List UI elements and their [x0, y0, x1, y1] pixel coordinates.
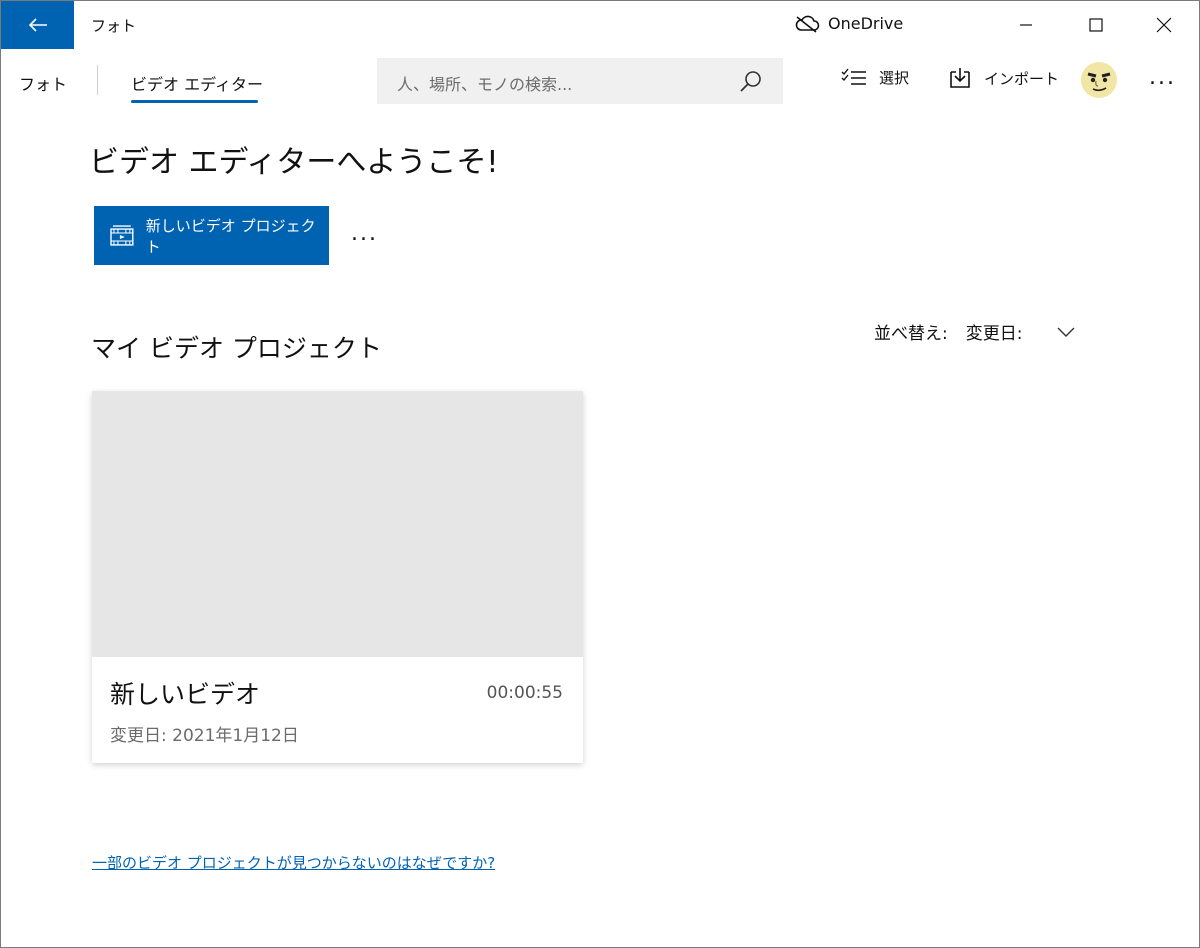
sort-label: 並べ替え: [874, 324, 948, 344]
project-title: 新しいビデオ [110, 680, 261, 709]
nav-separator [97, 65, 98, 95]
close-icon [1156, 17, 1172, 33]
back-button[interactable] [1, 1, 74, 49]
sort-dropdown[interactable]: 並べ替え: 変更日: [874, 319, 1076, 344]
video-project-card[interactable]: 新しいビデオ 00:00:55 変更日: 2021年1月12日 [92, 391, 583, 763]
search-box[interactable]: 人、場所、モノの検索... [377, 58, 783, 104]
close-button[interactable] [1129, 1, 1199, 49]
new-video-project-label: 新しいビデオ プロジェクト [145, 216, 316, 256]
search-input[interactable]: 人、場所、モノの検索... [397, 71, 572, 95]
nav-photos-link[interactable]: フォト [19, 71, 67, 95]
back-arrow-icon [28, 18, 47, 32]
import-label: インポート [984, 69, 1060, 88]
onedrive-status[interactable]: OneDrive [794, 14, 903, 33]
avatar[interactable] [1081, 62, 1117, 98]
nav-bar: フォト ビデオ エディター 人、場所、モノの検索... 選択 インポート ... [1, 49, 1199, 113]
project-duration: 00:00:55 [486, 683, 563, 703]
select-button[interactable]: 選択 [841, 67, 909, 88]
project-thumbnail [92, 391, 583, 657]
new-project-more-button[interactable]: ... [351, 221, 378, 246]
section-title: マイ ビデオ プロジェクト [91, 334, 382, 363]
chevron-down-icon [1056, 326, 1076, 338]
new-video-project-button[interactable]: 新しいビデオ プロジェクト [94, 206, 329, 265]
app-title: フォト [91, 17, 137, 35]
missing-projects-help-link[interactable]: 一部のビデオ プロジェクトが見つからないのはなぜですか? [92, 852, 495, 873]
active-tab-indicator [131, 100, 258, 103]
import-button[interactable]: インポート [948, 67, 1059, 89]
checklist-icon [841, 68, 866, 85]
photos-app-window: フォト OneDrive フォト ビデオ エディター 人、場所、モノの検索... [0, 0, 1200, 948]
onedrive-label: OneDrive [828, 14, 904, 33]
sort-value: 変更日: [965, 324, 1023, 344]
video-project-icon [110, 224, 134, 246]
maximize-button[interactable] [1061, 1, 1131, 49]
user-avatar-icon [1081, 62, 1117, 98]
title-bar: フォト OneDrive [1, 1, 1199, 49]
select-label: 選択 [879, 69, 910, 87]
import-icon [950, 68, 970, 88]
minimize-button[interactable] [991, 1, 1061, 49]
search-icon[interactable] [739, 69, 763, 93]
minimize-icon [1020, 24, 1032, 26]
more-options-button[interactable]: ... [1149, 65, 1176, 90]
maximize-icon [1089, 18, 1103, 32]
page-title: ビデオ エディターへようこそ! [89, 145, 499, 180]
project-modified-date: 変更日: 2021年1月12日 [110, 726, 299, 746]
cloud-offline-icon [795, 15, 820, 33]
tab-video-editor[interactable]: ビデオ エディター [131, 71, 263, 95]
